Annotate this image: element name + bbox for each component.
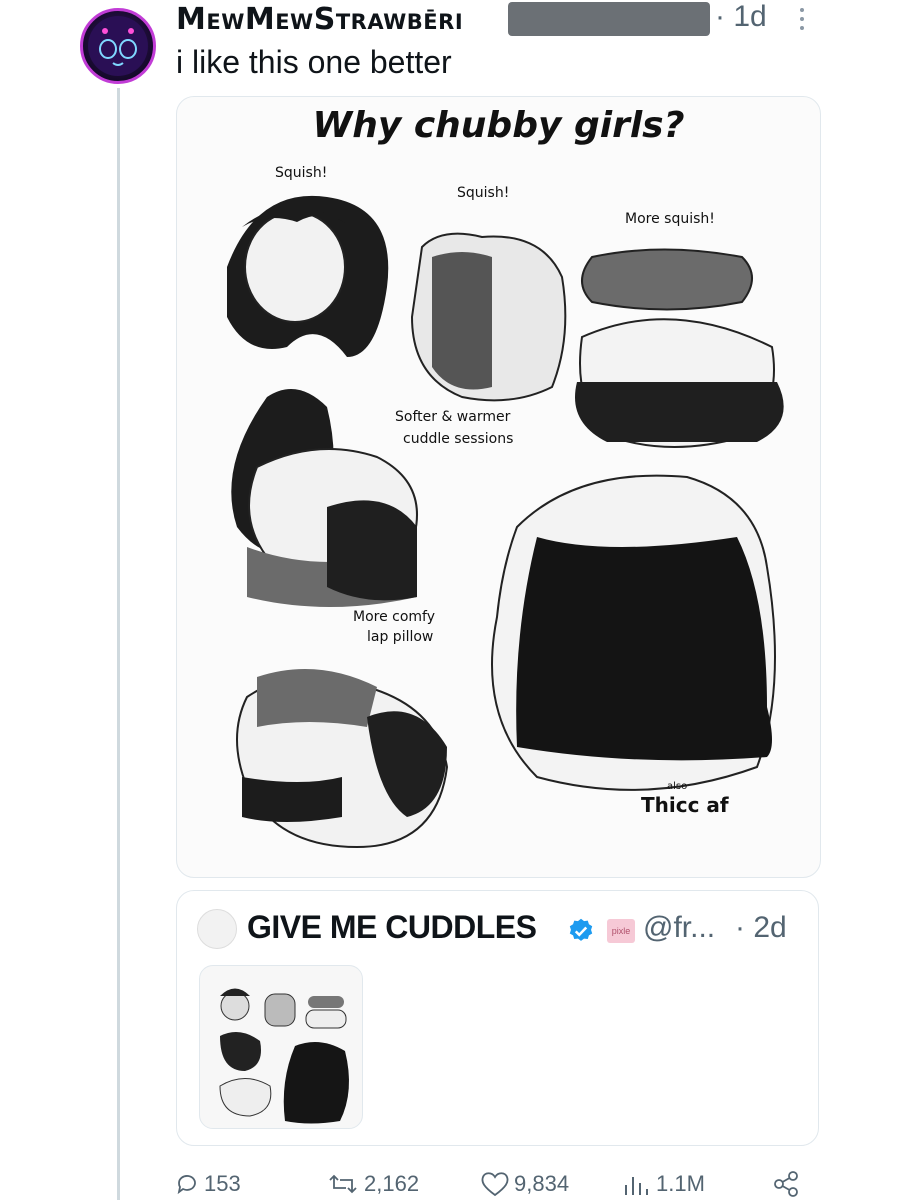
quoted-post[interactable]: GIVE ME CUDDLES pixle @fr... · 2d <box>176 890 819 1146</box>
post-text: i like this one better <box>176 44 452 80</box>
quoted-author-name[interactable]: GIVE ME CUDDLES <box>247 909 537 946</box>
label-squish-1: Squish! <box>275 165 328 181</box>
like-button[interactable]: 9,834 <box>480 1168 569 1200</box>
views-button[interactable]: 1.1M <box>622 1168 705 1200</box>
avatar-art <box>88 16 148 76</box>
verified-icon <box>569 918 593 941</box>
reply-button[interactable]: 153 <box>176 1168 241 1200</box>
label-more-squish: More squish! <box>625 211 715 227</box>
image-title: Why chubby girls? <box>312 105 685 146</box>
reply-count: 153 <box>204 1171 241 1196</box>
like-count: 9,834 <box>514 1171 570 1196</box>
quoted-image[interactable] <box>199 965 363 1129</box>
quoted-handle[interactable]: @fr... <box>643 911 715 945</box>
label-comfy-2: lap pillow <box>367 629 434 645</box>
views-icon <box>625 1177 648 1195</box>
comic-illustration <box>227 195 784 849</box>
repost-icon <box>329 1174 357 1194</box>
label-also: also <box>667 781 688 792</box>
affiliate-badge: pixle <box>607 919 635 943</box>
label-squish-2: Squish! <box>457 185 510 201</box>
share-button[interactable] <box>772 1168 804 1200</box>
repost-count: 2,162 <box>364 1171 420 1196</box>
more-icon[interactable] <box>795 8 809 38</box>
share-icon <box>774 1171 798 1197</box>
redacted-handle <box>508 2 710 36</box>
post-time[interactable]: · 1d <box>715 0 767 34</box>
label-softer-1: Softer & warmer <box>395 409 511 425</box>
label-thicc: Thicc af <box>641 793 729 817</box>
thread-line <box>117 88 120 1200</box>
label-softer-2: cuddle sessions <box>403 431 514 447</box>
label-comfy-1: More comfy <box>353 609 436 625</box>
quoted-thumbnail-art <box>219 988 349 1124</box>
author-name[interactable]: MewMewStrawbēri <box>176 2 463 37</box>
reply-icon <box>177 1175 196 1195</box>
post-image[interactable]: Why chubby girls? Squish! Squish! More s… <box>176 96 821 878</box>
quoted-time[interactable]: · 2d <box>735 911 787 945</box>
action-bar: 153 2,162 9,834 1.1M <box>176 1168 816 1200</box>
view-count: 1.1M <box>656 1171 705 1196</box>
heart-icon <box>481 1172 509 1197</box>
repost-button[interactable]: 2,162 <box>326 1168 419 1200</box>
avatar[interactable] <box>80 8 156 84</box>
quoted-avatar[interactable] <box>197 909 237 949</box>
